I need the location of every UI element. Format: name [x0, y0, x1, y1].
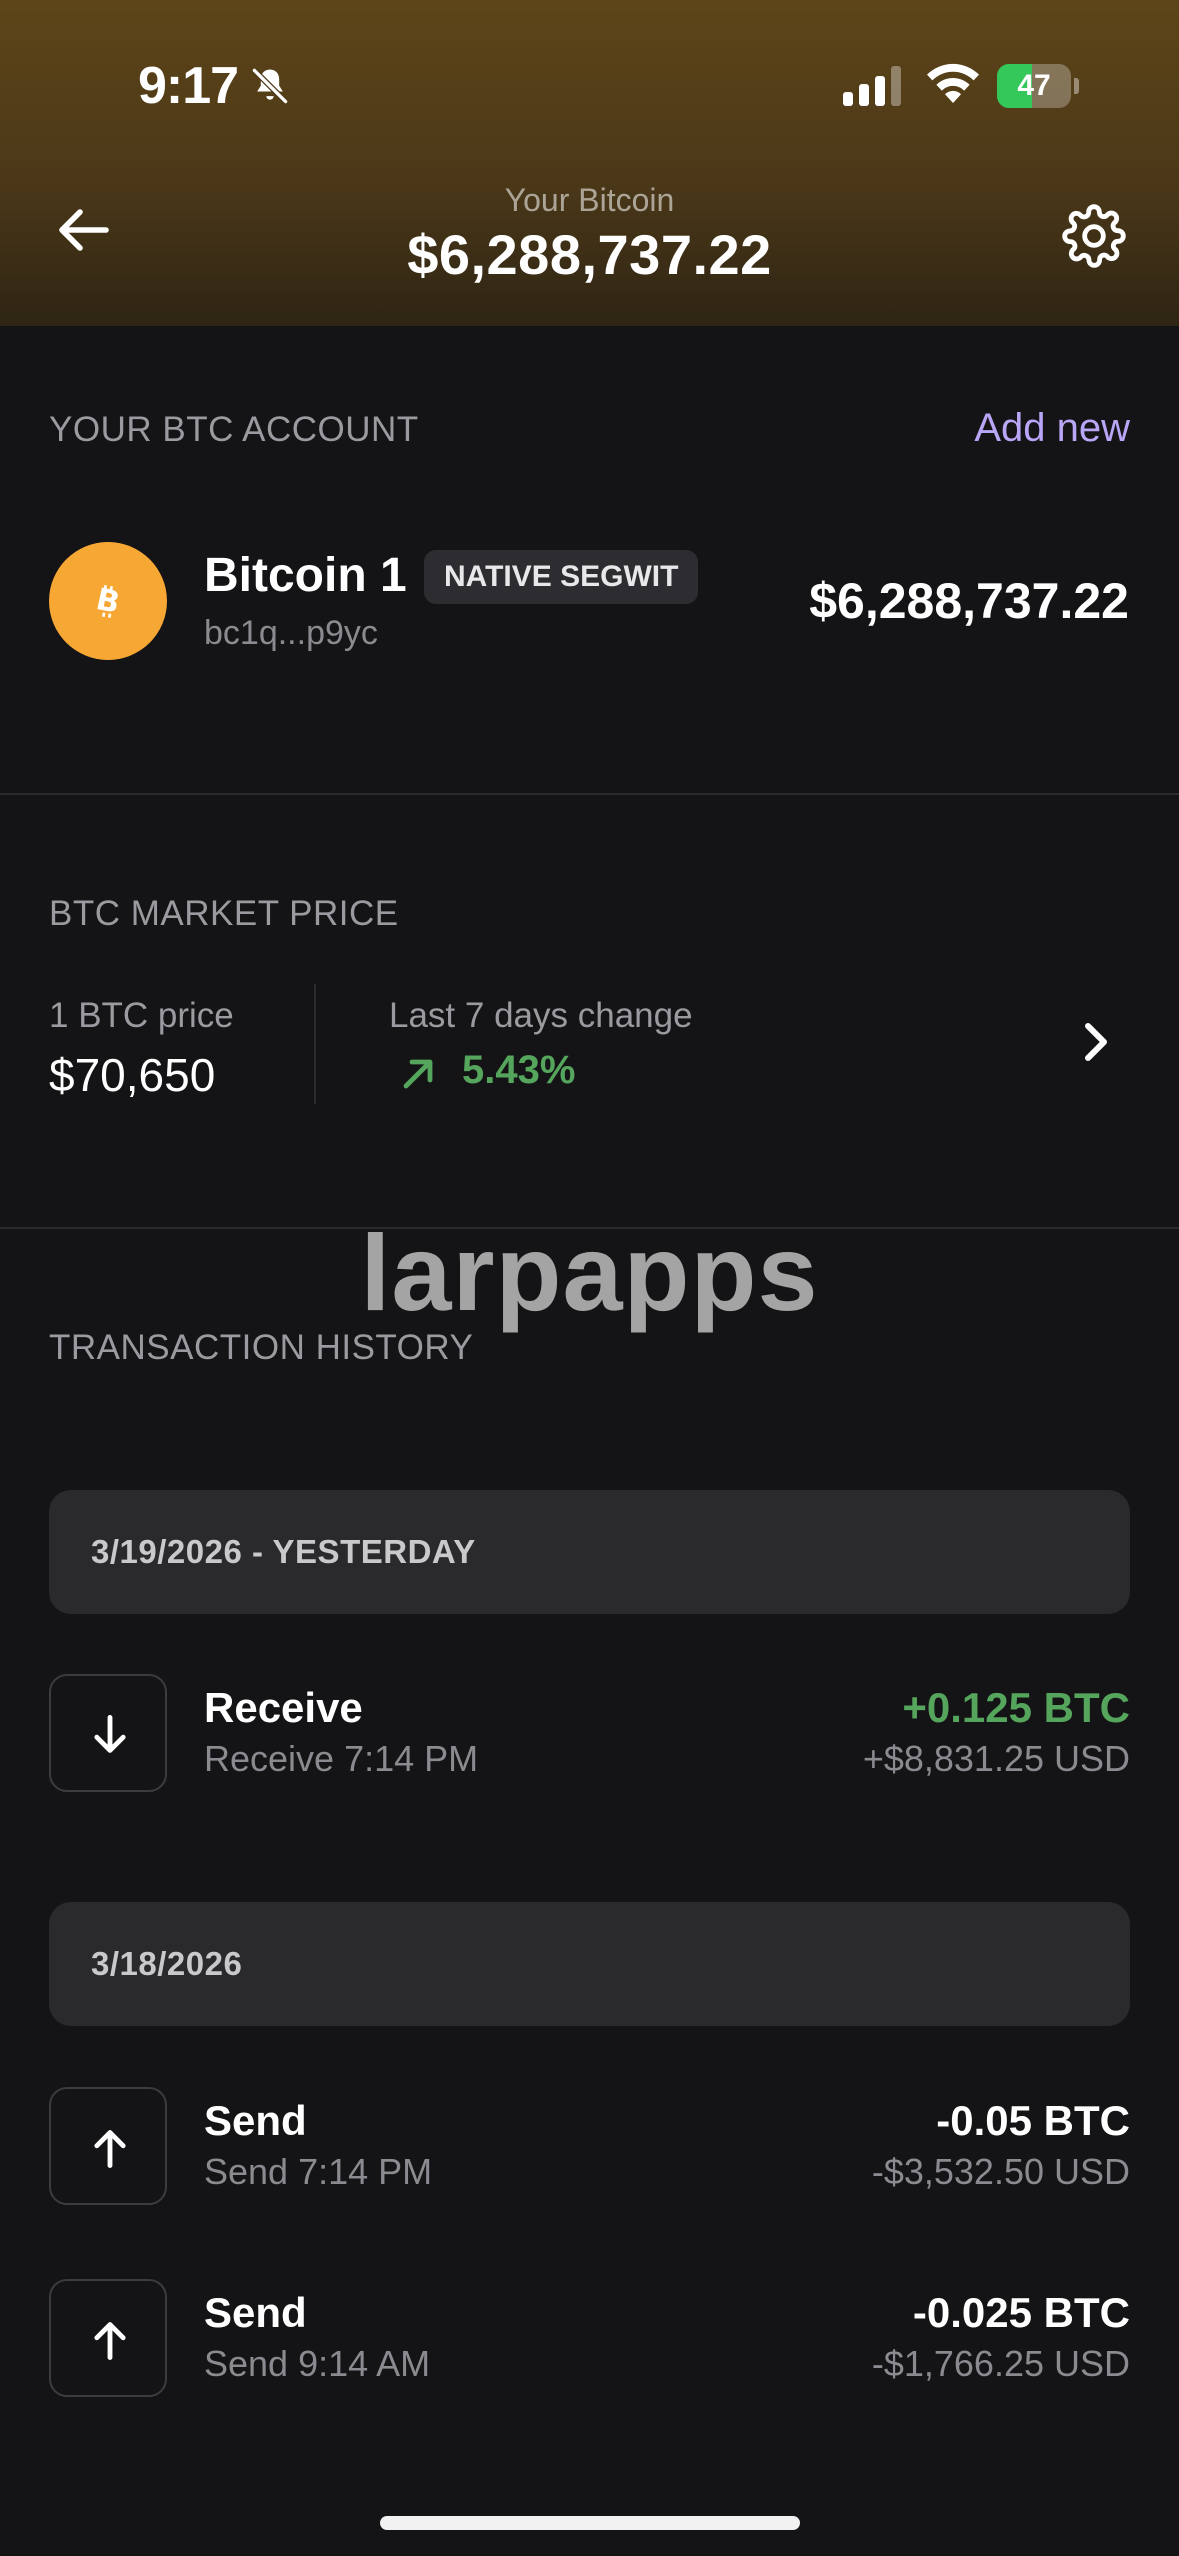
change-label: Last 7 days change [389, 996, 693, 1035]
arrow-down-icon [94, 1714, 126, 1753]
date-group-label: 3/18/2026 [91, 1945, 243, 1982]
account-address: bc1q...p9yc [204, 614, 378, 652]
transaction-icon-box [49, 2279, 167, 2397]
transaction-row[interactable]: Receive Receive 7:14 PM +0.125 BTC +$8,8… [0, 1674, 1179, 1804]
account-name: Bitcoin 1 [204, 549, 407, 602]
transaction-row[interactable]: Send Send 7:14 PM -0.05 BTC -$3,532.50 U… [0, 2087, 1179, 2217]
watermark-text: larpapps [360, 1212, 819, 1333]
account-balance: $6,288,737.22 [809, 573, 1129, 629]
btc-price-label: 1 BTC price [49, 996, 234, 1035]
arrow-up-icon [94, 2130, 126, 2169]
transaction-title: Receive [204, 1684, 363, 1731]
header-subtitle: Your Bitcoin [504, 182, 675, 218]
gear-icon[interactable] [1062, 204, 1126, 268]
add-new-account-link[interactable]: Add new [974, 406, 1130, 451]
wifi-icon [927, 63, 979, 103]
date-group-header: 3/19/2026 - YESTERDAY [49, 1490, 1130, 1614]
bitcoin-icon: B [93, 582, 123, 621]
battery-percent: 47 [1017, 69, 1051, 102]
address-type-badge: NATIVE SEGWIT [424, 550, 699, 604]
section-divider [0, 793, 1179, 795]
transaction-title: Send [204, 2097, 307, 2144]
status-time: 9:17 [138, 57, 239, 115]
btc-avatar: B [49, 542, 167, 660]
battery-body: 47 [997, 64, 1071, 108]
transaction-icon-box [49, 2087, 167, 2205]
transaction-subtitle: Send 9:14 AM [204, 2343, 431, 2384]
transaction-subtitle: Receive 7:14 PM [204, 1738, 479, 1779]
arrow-up-icon [94, 2322, 126, 2361]
transaction-usd-amount: +$8,831.25 USD [862, 1738, 1130, 1779]
battery-indicator: 47 [997, 64, 1079, 108]
market-section-label: BTC MARKET PRICE [49, 894, 399, 933]
vertical-divider [314, 984, 316, 1104]
transaction-subtitle: Send 7:14 PM [204, 2151, 433, 2192]
transaction-btc-amount: -0.025 BTC [912, 2289, 1130, 2336]
header-total-amount: $6,288,737.22 [407, 223, 772, 286]
header: 9:17 47 Your Bitcoin $6,288,737.22 [0, 0, 1179, 326]
account-section-label: YOUR BTC ACCOUNT [49, 410, 419, 449]
arrow-up-right-icon [403, 1059, 433, 1089]
transaction-row[interactable]: Send Send 9:14 AM -0.025 BTC -$1,766.25 … [0, 2279, 1179, 2409]
transaction-usd-amount: -$1,766.25 USD [871, 2343, 1130, 2384]
history-section-label: TRANSACTION HISTORY [49, 1328, 474, 1367]
transaction-title: Send [204, 2289, 307, 2336]
cellular-signal-icon [843, 66, 901, 106]
svg-text:B: B [93, 582, 123, 621]
transaction-icon-box [49, 1674, 167, 1792]
bell-slash-icon [252, 68, 288, 104]
battery-cap [1074, 78, 1079, 94]
transaction-btc-amount: +0.125 BTC [902, 1684, 1130, 1731]
change-value: 5.43% [462, 1048, 576, 1092]
home-indicator[interactable] [380, 2516, 800, 2530]
transaction-usd-amount: -$3,532.50 USD [871, 2151, 1130, 2192]
transaction-btc-amount: -0.05 BTC [936, 2097, 1130, 2144]
chevron-right-icon[interactable] [1078, 1020, 1114, 1064]
btc-price-value: $70,650 [49, 1049, 216, 1101]
date-group-label: 3/19/2026 - YESTERDAY [91, 1533, 476, 1570]
date-group-header: 3/18/2026 [49, 1902, 1130, 2026]
